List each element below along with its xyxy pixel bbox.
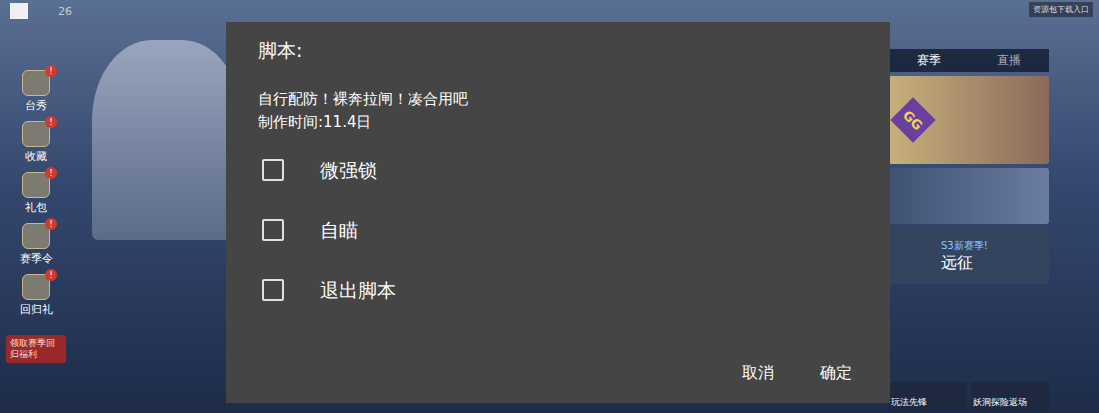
download-notice[interactable]: 资源包下载入口 <box>1029 2 1093 17</box>
side-menu-item[interactable]: ! 台秀 <box>22 70 50 113</box>
menu-icon: ! <box>22 223 50 249</box>
tab[interactable]: 直播 <box>997 52 1021 69</box>
dialog-button[interactable]: 确定 <box>820 361 852 385</box>
option-list: 微强锁 自瞄 退出脚本 <box>258 156 858 304</box>
right-panel: 资源包下载入口 赛季直播 GGS3新赛季! 远征 玩法先锋妖洞探险返场 <box>889 0 1049 413</box>
badge: ! <box>45 218 57 230</box>
bottom-cards: 玩法先锋妖洞探险返场 <box>889 382 1049 413</box>
promo-card[interactable] <box>889 168 1049 224</box>
status-bar: 26 <box>0 0 72 22</box>
side-menu-item[interactable]: ! 收藏 <box>22 121 50 164</box>
right-tabs: 赛季 直播 <box>889 49 1049 72</box>
option-row[interactable]: 自瞄 <box>258 216 858 244</box>
side-menu-item[interactable]: ! 回归礼 <box>20 274 53 317</box>
side-menu-item[interactable]: ! 赛季令 <box>20 223 53 266</box>
side-menu: 26 ! 台秀 ! 收藏 ! 礼包 ! 赛季令 ! 回归礼 领取赛季回归福利 <box>0 0 72 413</box>
side-menu-item[interactable]: ! 礼包 <box>22 172 50 215</box>
promo-card[interactable]: S3新赛季! 远征 <box>889 228 1049 284</box>
tower-art <box>92 40 242 240</box>
badge: ! <box>45 116 57 128</box>
gg-logo-icon: GG <box>890 97 935 142</box>
menu-icon: ! <box>22 172 50 198</box>
script-dialog: 脚本: 自行配防！裸奔拉闸！凑合用吧制作时间:11.4日 微强锁 自瞄 退出脚本… <box>226 22 890 403</box>
clock: 26 <box>58 5 72 18</box>
tab[interactable]: 赛季 <box>917 52 941 69</box>
bottom-card[interactable]: 玩法先锋 <box>889 382 967 411</box>
game-screen: 26 ! 台秀 ! 收藏 ! 礼包 ! 赛季令 ! 回归礼 领取赛季回归福利 资源包下载… <box>0 0 1099 413</box>
option-row[interactable]: 微强锁 <box>258 156 858 184</box>
dialog-title: 脚本: <box>258 36 858 64</box>
menu-icon: ! <box>22 121 50 147</box>
option-row[interactable]: 退出脚本 <box>258 276 858 304</box>
dialog-buttons: 取消 确定 <box>258 361 858 385</box>
badge: ! <box>45 167 57 179</box>
dialog-description: 自行配防！裸奔拉闸！凑合用吧制作时间:11.4日 <box>258 88 858 134</box>
checkbox[interactable] <box>262 219 284 241</box>
badge: ! <box>45 65 57 77</box>
badge: ! <box>45 269 57 281</box>
bottom-card[interactable]: 妖洞探险返场 <box>971 382 1049 411</box>
menu-icon: ! <box>22 274 50 300</box>
checkbox[interactable] <box>262 279 284 301</box>
checkbox[interactable] <box>262 159 284 181</box>
promo-banner[interactable]: 领取赛季回归福利 <box>6 335 66 363</box>
menu-icon: ! <box>22 70 50 96</box>
status-icon <box>10 3 28 19</box>
promo-card[interactable]: GG <box>889 76 1049 164</box>
dialog-button[interactable]: 取消 <box>742 361 774 385</box>
